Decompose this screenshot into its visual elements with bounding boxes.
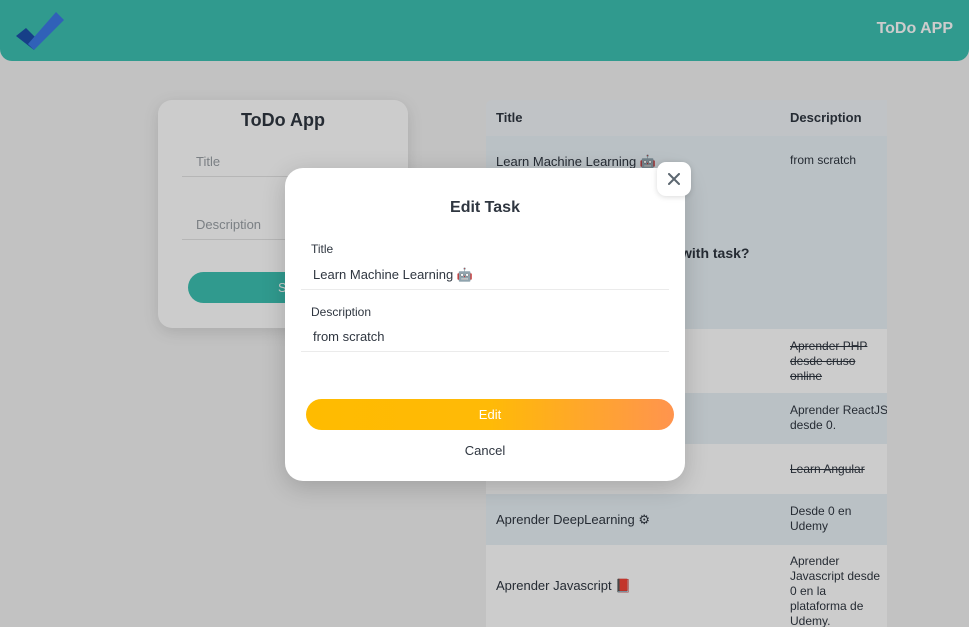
cancel-button[interactable]: Cancel xyxy=(285,443,685,458)
edit-task-modal: Edit Task Title Description Edit Cancel xyxy=(285,168,685,481)
edit-description-input[interactable] xyxy=(301,322,669,352)
edit-title-input[interactable] xyxy=(301,260,669,290)
close-button[interactable] xyxy=(657,162,691,196)
edit-button[interactable]: Edit xyxy=(306,399,674,430)
description-field-label: Description xyxy=(311,305,372,319)
title-field-label: Title xyxy=(311,242,334,256)
modal-title: Edit Task xyxy=(450,199,520,216)
close-icon xyxy=(668,173,680,185)
